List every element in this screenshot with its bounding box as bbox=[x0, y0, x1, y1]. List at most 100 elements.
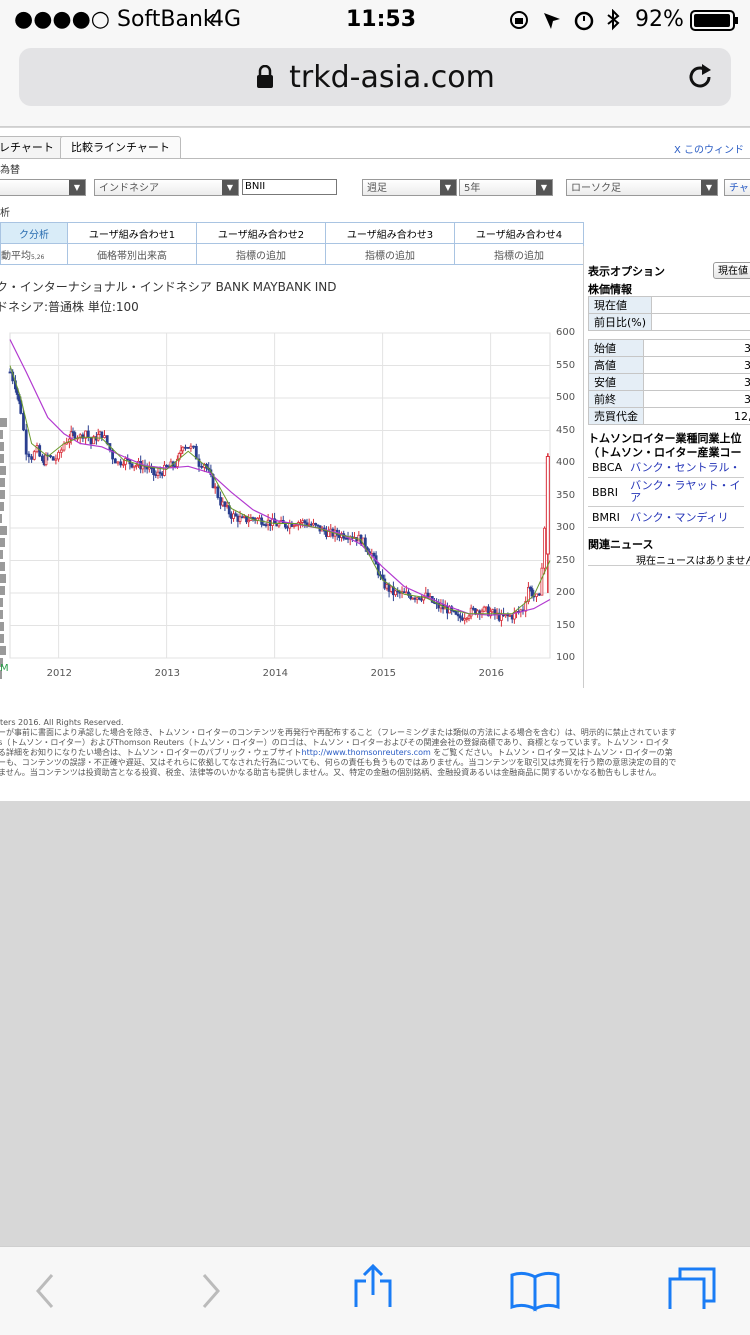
candle-body bbox=[317, 525, 319, 526]
back-icon[interactable] bbox=[30, 1269, 60, 1313]
candle-body bbox=[420, 599, 422, 600]
candle-body bbox=[483, 607, 485, 611]
share-icon[interactable] bbox=[352, 1263, 396, 1307]
candle-body bbox=[135, 465, 137, 466]
low-value: 368 bbox=[644, 374, 750, 391]
tab-user-combo-4[interactable]: ユーザ組み合わせ4 bbox=[455, 223, 584, 244]
volume-profile-bar bbox=[0, 466, 6, 475]
y-tick-label: 150 bbox=[556, 620, 575, 631]
candle-body bbox=[131, 464, 133, 467]
interval-select[interactable]: 週足▼ bbox=[362, 179, 457, 196]
add-indicator-cell[interactable]: 指標の追加 bbox=[197, 244, 326, 265]
candle-body bbox=[310, 524, 312, 525]
alarm-icon bbox=[576, 13, 592, 29]
tab-user-combo-2[interactable]: ユーザ組み合わせ2 bbox=[197, 223, 326, 244]
candle-body bbox=[395, 591, 397, 595]
chart-button[interactable]: チャ bbox=[724, 179, 750, 196]
add-indicator-cell[interactable]: 指標の追加 bbox=[455, 244, 584, 265]
candle-body bbox=[45, 455, 47, 464]
reload-icon[interactable] bbox=[685, 62, 715, 92]
candle-body bbox=[166, 465, 168, 466]
peer-link[interactable]: バンク・マンディリ bbox=[626, 507, 744, 528]
candle-body bbox=[287, 527, 289, 528]
candle-body bbox=[304, 521, 306, 523]
candle-body bbox=[263, 524, 265, 525]
x-tick-label: 2015 bbox=[371, 668, 396, 679]
tab-divider bbox=[0, 158, 750, 159]
rotation-lock-icon bbox=[511, 12, 527, 28]
country-select[interactable]: インドネシア▼ bbox=[94, 179, 239, 196]
candle-body bbox=[412, 598, 414, 599]
candle-body bbox=[125, 458, 127, 464]
candle-body bbox=[544, 528, 546, 568]
chevron-down-icon: ▼ bbox=[69, 180, 85, 195]
candle-body bbox=[60, 450, 62, 452]
candle-body bbox=[243, 516, 245, 517]
candle-body bbox=[538, 594, 540, 595]
candle-body bbox=[541, 568, 543, 595]
candle-body bbox=[120, 462, 122, 465]
turnover-label: 売買代金 bbox=[589, 408, 644, 425]
peer-link[interactable]: バンク・ラヤット・イ ア bbox=[626, 478, 744, 507]
tab-chart[interactable]: レチャート bbox=[0, 136, 65, 159]
currency-label: 為替 bbox=[0, 161, 20, 176]
stock-title: ク・インターナショナル・インドネシア BANK MAYBANK IND bbox=[0, 278, 337, 295]
moving-average-cell[interactable]: 動平均5,26 bbox=[1, 244, 68, 265]
x-tick-label: 2013 bbox=[155, 668, 180, 679]
bluetooth-icon bbox=[608, 11, 618, 28]
volume-profile-bar bbox=[0, 598, 3, 607]
add-indicator-cell[interactable]: 指標の追加 bbox=[326, 244, 455, 265]
candle-body bbox=[239, 517, 241, 522]
candle-body bbox=[161, 473, 163, 475]
current-price-button[interactable]: 現在値 bbox=[713, 262, 750, 279]
candle-body bbox=[252, 518, 254, 519]
prev-close-value: 370 bbox=[644, 391, 750, 408]
browser-address-area: trkd-asia.com bbox=[0, 40, 750, 127]
candle-body bbox=[300, 522, 302, 523]
ohlc-table: 始値380 高値396 安値368 前終370 売買代金12,114,38 bbox=[588, 339, 750, 425]
candle-body bbox=[293, 525, 295, 526]
bookmarks-icon[interactable] bbox=[508, 1269, 562, 1313]
url-display[interactable]: trkd-asia.com bbox=[19, 60, 731, 95]
thomson-reuters-link[interactable]: http://www.thomsonreuters.com bbox=[302, 748, 431, 757]
y-tick-label: 450 bbox=[556, 425, 575, 436]
candle-body bbox=[306, 523, 308, 525]
lock-icon bbox=[255, 65, 275, 89]
tabs-icon[interactable] bbox=[666, 1265, 720, 1309]
tab-user-combo-1[interactable]: ユーザ組み合わせ1 bbox=[68, 223, 197, 244]
tab-technical-analysis[interactable]: ク分析 bbox=[1, 223, 68, 244]
range-select[interactable]: 5年▼ bbox=[459, 179, 553, 196]
volume-profile-bar bbox=[0, 538, 5, 547]
url-text: trkd-asia.com bbox=[289, 60, 495, 95]
volume-by-price-cell[interactable]: 価格帯別出来高 bbox=[68, 244, 197, 265]
forward-icon[interactable] bbox=[196, 1269, 226, 1313]
high-value: 396 bbox=[644, 357, 750, 374]
peer-link[interactable]: バンク・セントラル・ bbox=[626, 457, 744, 478]
peer-code: BBRI bbox=[588, 478, 626, 507]
candle-body bbox=[9, 372, 11, 373]
candle-body bbox=[237, 516, 239, 521]
news-heading: 関連ニュース bbox=[588, 536, 653, 552]
y-tick-label: 100 bbox=[556, 652, 575, 663]
chart-type-select[interactable]: ローソク足▼ bbox=[566, 179, 718, 196]
candle-body bbox=[457, 614, 459, 616]
candle-body bbox=[416, 598, 418, 600]
candle-body bbox=[31, 457, 33, 460]
y-tick-label: 400 bbox=[556, 457, 575, 468]
close-window-link[interactable]: X このウィンド bbox=[674, 141, 744, 156]
candle-body bbox=[190, 446, 192, 448]
volume-profile-bar bbox=[0, 550, 3, 559]
open-value: 380 bbox=[644, 340, 750, 357]
y-tick-label: 300 bbox=[556, 522, 575, 533]
tab-user-combo-3[interactable]: ユーザ組み合わせ3 bbox=[326, 223, 455, 244]
address-bar[interactable]: trkd-asia.com bbox=[19, 48, 731, 106]
market-select[interactable]: ▼ bbox=[0, 179, 86, 196]
candle-body bbox=[193, 446, 195, 447]
candle-body bbox=[101, 432, 103, 438]
ticker-input[interactable]: BNII bbox=[242, 179, 337, 195]
network-label: 4G bbox=[210, 7, 241, 32]
candle-body bbox=[455, 611, 457, 614]
candle-body bbox=[459, 616, 461, 618]
tab-compare-line[interactable]: 比較ラインチャート bbox=[60, 136, 181, 159]
candle-body bbox=[220, 498, 222, 506]
